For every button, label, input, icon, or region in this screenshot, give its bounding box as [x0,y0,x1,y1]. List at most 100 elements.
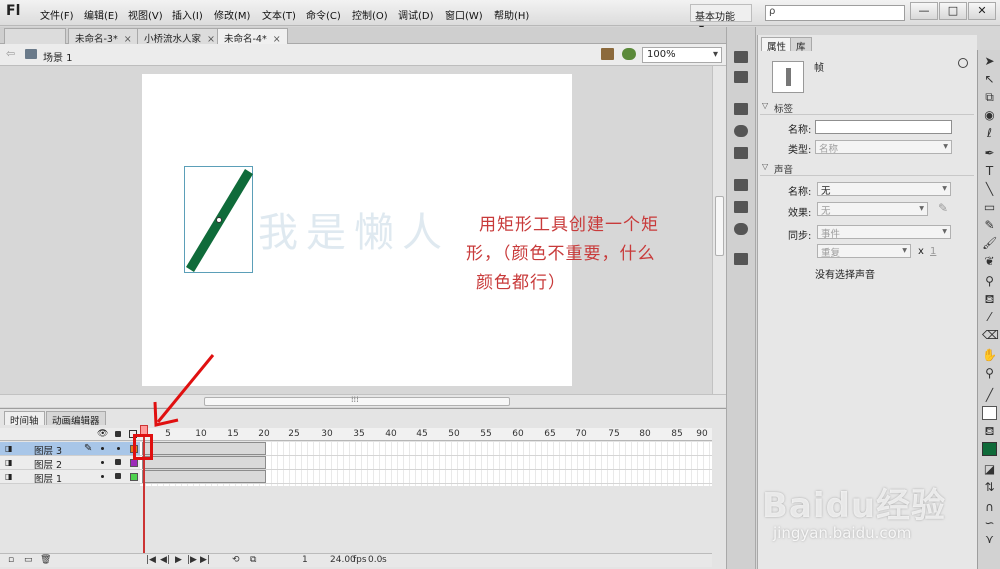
menu-view[interactable]: 视图(V) [128,7,163,22]
scrollbar-thumb[interactable] [715,196,724,256]
effect-select[interactable]: 无 ▾ [817,202,928,217]
menu-control[interactable]: 控制(O) [352,7,388,22]
go-last-frame-button[interactable]: ▶| [200,555,210,565]
pencil-tool-icon[interactable]: ✎ [982,218,997,232]
tab-library[interactable]: 库 [790,37,812,53]
scene-label[interactable]: 场景 1 [43,49,73,64]
back-arrow-icon[interactable]: ⇦ [6,47,15,60]
frame-row-1[interactable] [140,470,712,484]
zoom-tool-icon[interactable]: ⚲ [982,366,997,380]
pencil-icon[interactable]: ✎ [938,201,948,215]
new-layer-icon[interactable]: ▫ [8,555,14,565]
eraser-tool-icon[interactable]: ⌫ [982,328,999,342]
frame-row-2[interactable] [140,456,712,470]
section-sound[interactable]: 声音 [760,162,974,176]
layer-row-1[interactable]: ◨ 图层 1 [0,470,140,485]
fill-color-swatch[interactable] [982,442,997,456]
tab-xiaoqiao[interactable]: 小桥流水人家 × [137,28,222,45]
go-first-frame-button[interactable]: |◀ [146,555,156,565]
menu-commands[interactable]: 命令(C) [306,7,341,22]
play-button[interactable]: ▶ [175,555,182,565]
tab-blank[interactable] [4,28,66,44]
step-forward-button[interactable]: |▶ [187,555,197,565]
hand-tool-icon[interactable]: ✋ [982,348,997,362]
motion-presets-icon[interactable] [734,223,748,235]
deco-tool-icon[interactable]: ❦ [982,254,997,268]
project-panel-icon[interactable] [734,253,748,265]
menu-insert[interactable]: 插入(I) [172,7,203,22]
visible-dot[interactable] [101,461,104,464]
straighten-icon[interactable]: ⋎ [982,532,997,546]
black-white-icon[interactable]: ◪ [982,462,997,476]
tab-untitled-3[interactable]: 未命名-3* × [68,28,139,45]
layer-row-3[interactable]: ◨ 图层 3 ✎ [0,442,140,457]
fill-color-icon[interactable]: ⛾ [982,424,997,438]
brush-tool-icon[interactable]: 🖌 [982,236,997,250]
sound-name-select[interactable]: 无 ▾ [817,182,951,197]
edit-symbols-icon[interactable] [622,48,636,60]
3d-rotation-tool-icon[interactable]: ◉ [982,108,997,122]
zoom-select[interactable]: 100% ▾ [642,47,722,63]
lock-dot[interactable] [117,447,120,450]
text-tool-icon[interactable]: T [982,164,997,178]
frame-span[interactable] [142,470,266,483]
transform-panel-icon[interactable] [734,147,748,159]
frame-type-select[interactable]: 名称 ▾ [815,140,952,155]
smooth-icon[interactable]: ∽ [982,516,997,530]
menu-file[interactable]: 文件(F) [40,7,74,22]
frame-name-input[interactable] [815,120,952,134]
onion-skin-button[interactable]: ⧉ [250,555,256,565]
layer-name[interactable]: 图层 1 [34,471,62,485]
frame-span[interactable] [142,442,266,455]
frame-rate[interactable]: 24.00 [330,555,356,565]
menu-debug[interactable]: 调试(D) [398,7,434,22]
components-panel-icon[interactable] [734,201,748,213]
repeat-select[interactable]: 重复 ▾ [817,244,911,259]
pen-tool-icon[interactable]: ✒ [982,146,997,160]
layer-name[interactable]: 图层 2 [34,457,62,471]
step-back-button[interactable]: ◀| [160,555,170,565]
help-search-input[interactable]: ρ [765,5,905,21]
menu-window[interactable]: 窗口(W) [445,7,483,22]
stage-horizontal-scrollbar[interactable]: ⁞⁞⁞ [0,394,726,407]
menu-modify[interactable]: 修改(M) [214,7,250,22]
loop-button[interactable]: ⟲ [232,555,240,565]
frame-row-3[interactable] [140,442,712,456]
maximize-button[interactable]: □ [939,2,967,20]
tab-timeline[interactable]: 时间轴 [4,411,45,427]
delete-layer-icon[interactable]: 🗑 [40,555,51,565]
info-panel-icon[interactable] [734,125,748,137]
code-snippets-icon[interactable] [734,179,748,191]
align-panel-icon[interactable] [734,103,748,115]
layer-name[interactable]: 图层 3 [34,443,62,457]
free-transform-tool-icon[interactable]: ⧉ [982,90,997,104]
menu-edit[interactable]: 编辑(E) [84,7,118,22]
lasso-tool-icon[interactable]: ℓ [982,126,997,140]
sync-select[interactable]: 事件 ▾ [817,225,951,240]
scrollbar-thumb[interactable]: ⁞⁞⁞ [204,395,510,406]
close-button[interactable]: ✕ [968,2,996,20]
stroke-color-swatch[interactable] [982,406,997,420]
layer-color-swatch[interactable] [130,473,138,481]
repeat-count[interactable]: 1 [930,246,936,257]
color-panel-icon[interactable] [734,51,748,63]
frame-ruler[interactable]: 1 5 10 15 20 25 30 35 40 45 50 55 60 65 … [140,428,712,441]
eyedropper-tool-icon[interactable]: ⁄ [982,310,997,324]
new-folder-icon[interactable]: ▭ [24,555,33,565]
swap-colors-icon[interactable]: ⇅ [982,480,997,494]
layer-row-2[interactable]: ◨ 图层 2 [0,456,140,471]
menu-help[interactable]: 帮助(H) [494,7,529,22]
swatches-panel-icon[interactable] [734,71,748,83]
eye-icon[interactable]: 👁 [97,429,108,439]
rectangle-tool-icon[interactable]: ▭ [982,200,997,214]
lock-icon[interactable] [115,473,121,479]
frame-span[interactable] [142,456,266,469]
lock-icon[interactable] [115,431,121,437]
line-tool-icon[interactable]: ╲ [982,182,997,196]
section-label[interactable]: 标签 [760,101,974,115]
minimize-button[interactable]: — [910,2,938,20]
bone-tool-icon[interactable]: ⚲ [982,274,997,288]
menu-text[interactable]: 文本(T) [262,7,296,22]
lock-icon[interactable] [115,459,121,465]
paint-bucket-tool-icon[interactable]: ⛾ [982,292,997,306]
